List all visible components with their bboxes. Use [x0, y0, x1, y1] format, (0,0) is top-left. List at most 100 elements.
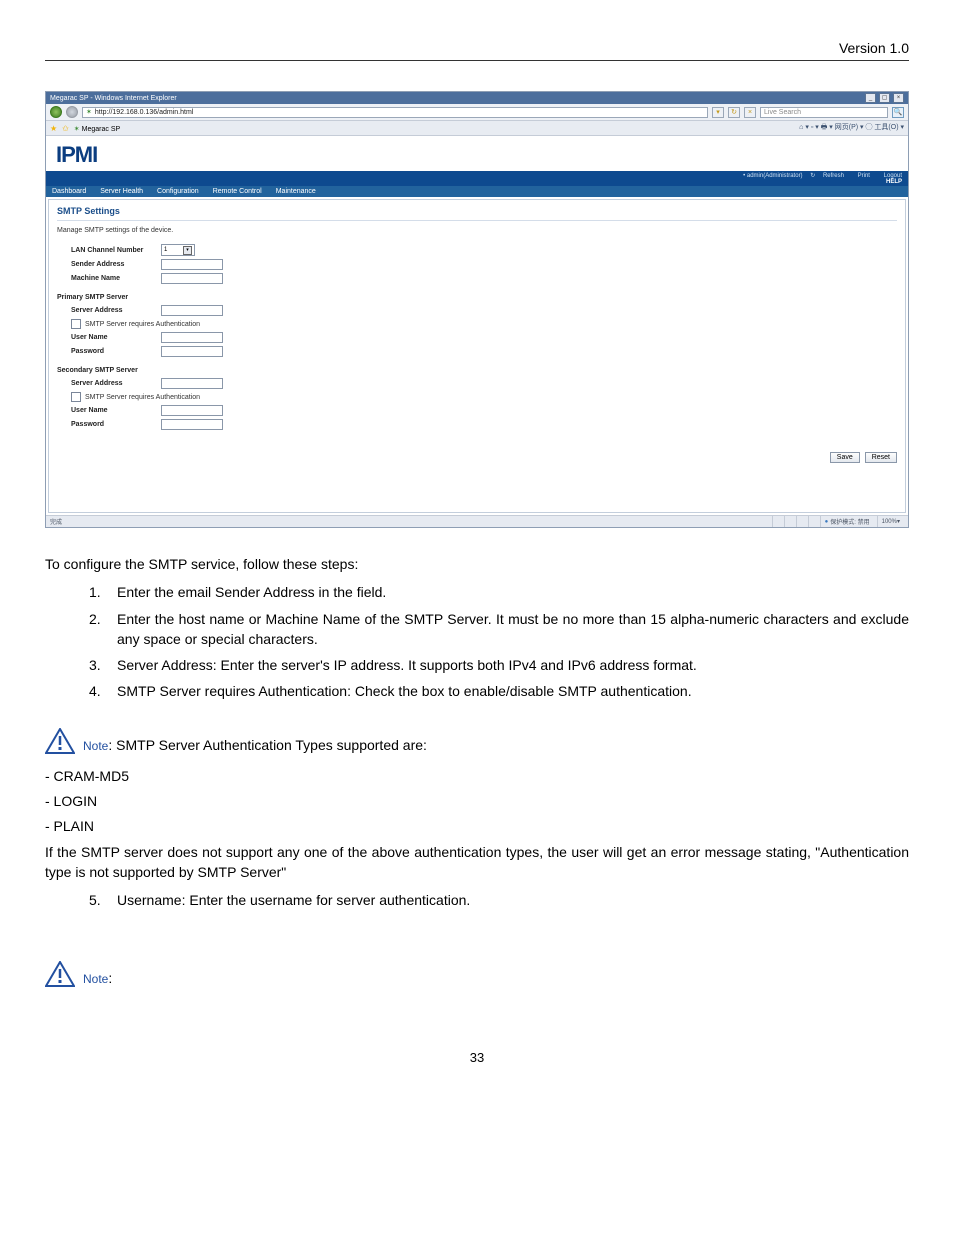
add-fav-icon[interactable]: ✩	[62, 124, 69, 133]
zoom-level[interactable]: 100% ▾	[877, 516, 904, 527]
secondary-password-label: Password	[71, 421, 161, 428]
window-title: Megarac SP - Windows Internet Explorer	[50, 95, 177, 102]
machine-label: Machine Name	[71, 275, 161, 282]
secondary-auth-checkbox[interactable]	[71, 392, 81, 402]
nav-server-health[interactable]: Server Health	[100, 188, 143, 195]
lan-channel-value: 1	[164, 247, 167, 253]
nav-maintenance[interactable]: Maintenance	[276, 188, 316, 195]
note-label: Note	[83, 972, 108, 986]
feed-icon[interactable]: ▫ ▾	[811, 124, 819, 131]
primary-smtp-header: Primary SMTP Server	[57, 294, 897, 301]
step-1: Enter the email Sender Address in the fi…	[117, 582, 909, 602]
print-link[interactable]: Print	[852, 173, 870, 179]
search-go-button[interactable]: 🔍	[892, 107, 904, 118]
secondary-username-label: User Name	[71, 407, 161, 414]
auth-warning: If the SMTP server does not support any …	[45, 842, 909, 883]
address-input[interactable]: ✶ http://192.168.0.136/admin.html	[82, 107, 708, 118]
button-row: Save Reset	[57, 454, 897, 461]
page-icon: ✶	[86, 108, 92, 116]
note-colon: :	[108, 970, 112, 986]
primary-username-label: User Name	[71, 334, 161, 341]
tab-title[interactable]: ✶Megarac SP	[74, 126, 120, 133]
note-text: : SMTP Server Authentication Types suppo…	[108, 737, 427, 753]
save-button[interactable]: Save	[830, 452, 860, 463]
close-button[interactable]: ×	[893, 93, 904, 103]
select-arrow-icon: ▾	[183, 246, 192, 255]
ipmi-content-panel: SMTP Settings Manage SMTP settings of th…	[48, 199, 906, 513]
auth-login: - LOGIN	[45, 791, 909, 811]
primary-username-input[interactable]	[161, 332, 223, 343]
step-5: Username: Enter the username for server …	[117, 890, 909, 910]
current-user: • admin(Administrator)	[743, 173, 802, 179]
secondary-auth-label: SMTP Server requires Authentication	[85, 394, 200, 401]
note-block-1: Note: SMTP Server Authentication Types s…	[45, 728, 909, 756]
step-num: 3.	[89, 655, 117, 675]
step-4: SMTP Server requires Authentication: Che…	[117, 681, 909, 701]
stop-icon[interactable]: ×	[744, 107, 756, 118]
ipmi-nav: Dashboard Server Health Configuration Re…	[46, 186, 908, 197]
sender-input[interactable]	[161, 259, 223, 270]
window-controls: _ ▢ ×	[864, 93, 904, 103]
document-body: To configure the SMTP service, follow th…	[45, 554, 909, 1067]
nav-remote-control[interactable]: Remote Control	[213, 188, 262, 195]
sender-label: Sender Address	[71, 261, 161, 268]
intro-text: To configure the SMTP service, follow th…	[45, 554, 909, 574]
warning-icon	[45, 728, 77, 756]
secondary-username-input[interactable]	[161, 405, 223, 416]
page-number: 33	[45, 1049, 909, 1068]
internet-zone: ● 保护模式: 禁用	[820, 516, 874, 527]
ipmi-user-bar: • admin(Administrator) ↻ Refresh Print L…	[46, 171, 908, 186]
secondary-server-label: Server Address	[71, 380, 161, 387]
ie-tab-bar: ★ ✩ ✶Megarac SP ⌂ ▾ ▫ ▾ 🖶 ▾ 网页(P) ▾ ◯ 工具…	[46, 121, 908, 136]
version-header: Version 1.0	[45, 40, 909, 61]
note-label: Note	[83, 739, 108, 753]
primary-server-input[interactable]	[161, 305, 223, 316]
refresh-icon[interactable]: ↻	[728, 107, 740, 118]
step-num: 1.	[89, 582, 117, 602]
search-input[interactable]: Live Search	[760, 107, 888, 118]
primary-auth-label: SMTP Server requires Authentication	[85, 321, 200, 328]
maximize-button[interactable]: ▢	[879, 93, 890, 103]
globe-icon: ●	[825, 519, 829, 525]
dropdown-icon[interactable]: ▾	[712, 107, 724, 118]
tools-menu[interactable]: 网页(P) ▾ ◯ 工具(O) ▾	[835, 124, 904, 131]
address-bar-row: ✶ http://192.168.0.136/admin.html ▾ ↻ × …	[46, 104, 908, 121]
ie-titlebar: Megarac SP - Windows Internet Explorer _…	[46, 92, 908, 104]
home-icon[interactable]: ⌂ ▾	[799, 124, 809, 131]
ipmi-header: IPMI	[46, 136, 908, 171]
step-2: Enter the host name or Machine Name of t…	[117, 609, 909, 650]
nav-dashboard[interactable]: Dashboard	[52, 188, 86, 195]
primary-auth-checkbox[interactable]	[71, 319, 81, 329]
favorites-icon[interactable]: ★	[50, 124, 57, 133]
auth-plain: - PLAIN	[45, 816, 909, 836]
secondary-server-input[interactable]	[161, 378, 223, 389]
step-3: Server Address: Enter the server's IP ad…	[117, 655, 909, 675]
machine-input[interactable]	[161, 273, 223, 284]
secondary-password-input[interactable]	[161, 419, 223, 430]
back-button[interactable]	[50, 106, 62, 118]
lan-channel-label: LAN Channel Number	[71, 247, 161, 254]
forward-button[interactable]	[66, 106, 78, 118]
warning-icon	[45, 961, 77, 989]
section-title: SMTP Settings	[57, 206, 897, 221]
steps-list-2: 5.Username: Enter the username for serve…	[45, 890, 909, 910]
step-num: 5.	[89, 890, 117, 910]
url-text: http://192.168.0.136/admin.html	[95, 109, 193, 116]
section-subtitle: Manage SMTP settings of the device.	[57, 227, 897, 234]
minimize-button[interactable]: _	[865, 93, 876, 103]
reset-button[interactable]: Reset	[865, 452, 897, 463]
print-icon[interactable]: 🖶 ▾	[821, 124, 833, 131]
step-num: 2.	[89, 609, 117, 650]
refresh-link[interactable]: ↻ Refresh	[810, 173, 844, 179]
primary-password-label: Password	[71, 348, 161, 355]
nav-configuration[interactable]: Configuration	[157, 188, 199, 195]
auth-cram: - CRAM-MD5	[45, 766, 909, 786]
lan-channel-select[interactable]: 1 ▾	[161, 244, 195, 256]
note-block-2: Note:	[45, 961, 909, 989]
auth-types-list: - CRAM-MD5 - LOGIN - PLAIN	[45, 766, 909, 837]
help-link[interactable]: HELP	[52, 179, 902, 185]
steps-list: 1.Enter the email Sender Address in the …	[45, 582, 909, 701]
ipmi-logo: IPMI	[56, 142, 97, 167]
primary-password-input[interactable]	[161, 346, 223, 357]
ie-tools[interactable]: ⌂ ▾ ▫ ▾ 🖶 ▾ 网页(P) ▾ ◯ 工具(O) ▾	[799, 122, 904, 134]
